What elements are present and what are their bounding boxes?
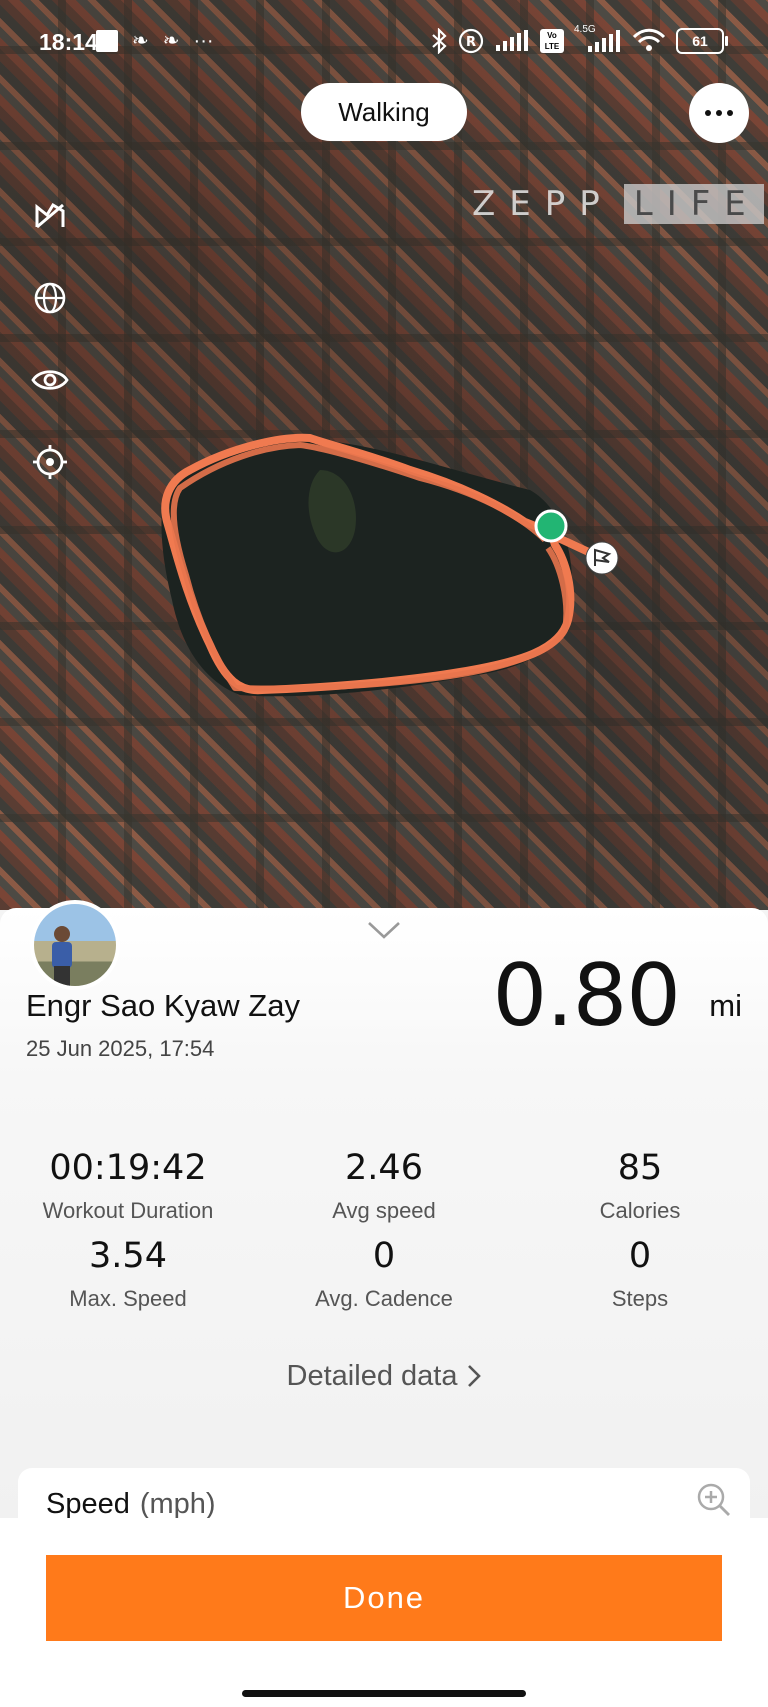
stat-value: 85: [617, 1148, 663, 1188]
locate-icon[interactable]: [30, 442, 70, 482]
more-options-button[interactable]: [689, 83, 749, 143]
map-layers-icon[interactable]: [30, 196, 70, 236]
home-indicator[interactable]: [242, 1690, 526, 1697]
footer-bar: Done: [0, 1518, 768, 1707]
stat-avg-speed: 2.46 Avg speed: [256, 1148, 512, 1224]
stat-max-speed: 3.54 Max. Speed: [0, 1236, 256, 1312]
wifi-icon: [632, 28, 666, 51]
status-bar: 18:14 ❧ ❧ ··· R Vo LTE 4.5G 61: [0, 0, 768, 86]
battery-icon: 61: [676, 28, 728, 54]
stat-label: Workout Duration: [42, 1198, 214, 1223]
globe-icon[interactable]: [30, 278, 70, 318]
stat-label: Steps: [611, 1286, 669, 1311]
eye-icon[interactable]: [30, 360, 70, 400]
more-dot: [705, 110, 711, 116]
registered-icon: R: [458, 28, 484, 54]
speed-card-title: Speed (mph): [46, 1488, 216, 1521]
4g-signal-icon: 4.5G: [574, 24, 622, 54]
stat-label: Avg speed: [332, 1198, 436, 1223]
chevron-right-icon: [468, 1365, 482, 1387]
svg-text:R: R: [466, 35, 476, 50]
watermark-zepp: ZEPP: [472, 184, 614, 224]
done-button[interactable]: Done: [46, 1555, 722, 1641]
more-dot: [716, 110, 722, 116]
stat-label: Calories: [599, 1198, 681, 1223]
distance-unit: mi: [709, 988, 742, 1023]
detailed-data-label: Detailed data: [286, 1360, 458, 1392]
system-icons: R Vo LTE 4.5G 61: [430, 24, 728, 54]
stat-value: 2.46: [345, 1148, 423, 1188]
stats-grid: 00:19:42 Workout Duration 2.46 Avg speed…: [0, 1148, 768, 1312]
status-time: 18:14: [39, 29, 98, 55]
battery-level: 61: [692, 33, 708, 49]
more-dot: [727, 110, 733, 116]
square-icon: [96, 30, 118, 52]
zepp-life-watermark: ZEPP LIFE: [472, 184, 764, 224]
stat-value: 3.54: [89, 1236, 167, 1276]
stat-value: 00:19:42: [49, 1148, 207, 1188]
watermark-life: LIFE: [623, 184, 764, 224]
workout-date: 25 Jun 2025, 17:54: [26, 1036, 215, 1061]
bluetooth-icon: [432, 28, 447, 54]
stat-workout-duration: 00:19:42 Workout Duration: [0, 1148, 256, 1224]
notification-icons: ❧ ❧ ···: [96, 30, 214, 52]
zoom-in-icon[interactable]: [696, 1482, 732, 1518]
app-icon: ❧: [132, 30, 149, 52]
chevron-down-icon[interactable]: [366, 920, 402, 940]
start-marker: [534, 509, 568, 543]
workout-summary-sheet: Engr Sao Kyaw Zay 25 Jun 2025, 17:54 0.8…: [0, 900, 768, 1548]
stat-avg-cadence: 0 Avg. Cadence: [256, 1236, 512, 1312]
signal-icon: [496, 30, 528, 51]
speed-unit: (mph): [139, 1488, 216, 1520]
distance-value: 0.80: [492, 946, 681, 1046]
stat-value: 0: [628, 1236, 652, 1276]
stat-label: Avg. Cadence: [315, 1286, 453, 1311]
workout-mode-pill[interactable]: Walking: [301, 83, 467, 141]
route-map[interactable]: 18:14 ❧ ❧ ··· R Vo LTE 4.5G 61 Walking Z…: [0, 0, 768, 910]
stat-steps: 0 Steps: [512, 1236, 768, 1312]
avatar[interactable]: [30, 900, 120, 990]
more-dots-icon: ···: [193, 30, 214, 52]
detailed-data-link[interactable]: Detailed data: [0, 1360, 768, 1393]
map-toolbar: [30, 196, 70, 524]
stat-label: Max. Speed: [69, 1286, 187, 1311]
app-icon: ❧: [162, 30, 180, 52]
volte-icon: Vo LTE: [540, 29, 564, 53]
speed-title: Speed: [46, 1488, 130, 1520]
user-name: Engr Sao Kyaw Zay: [26, 988, 300, 1023]
stat-calories: 85 Calories: [512, 1148, 768, 1224]
stat-value: 0: [372, 1236, 396, 1276]
